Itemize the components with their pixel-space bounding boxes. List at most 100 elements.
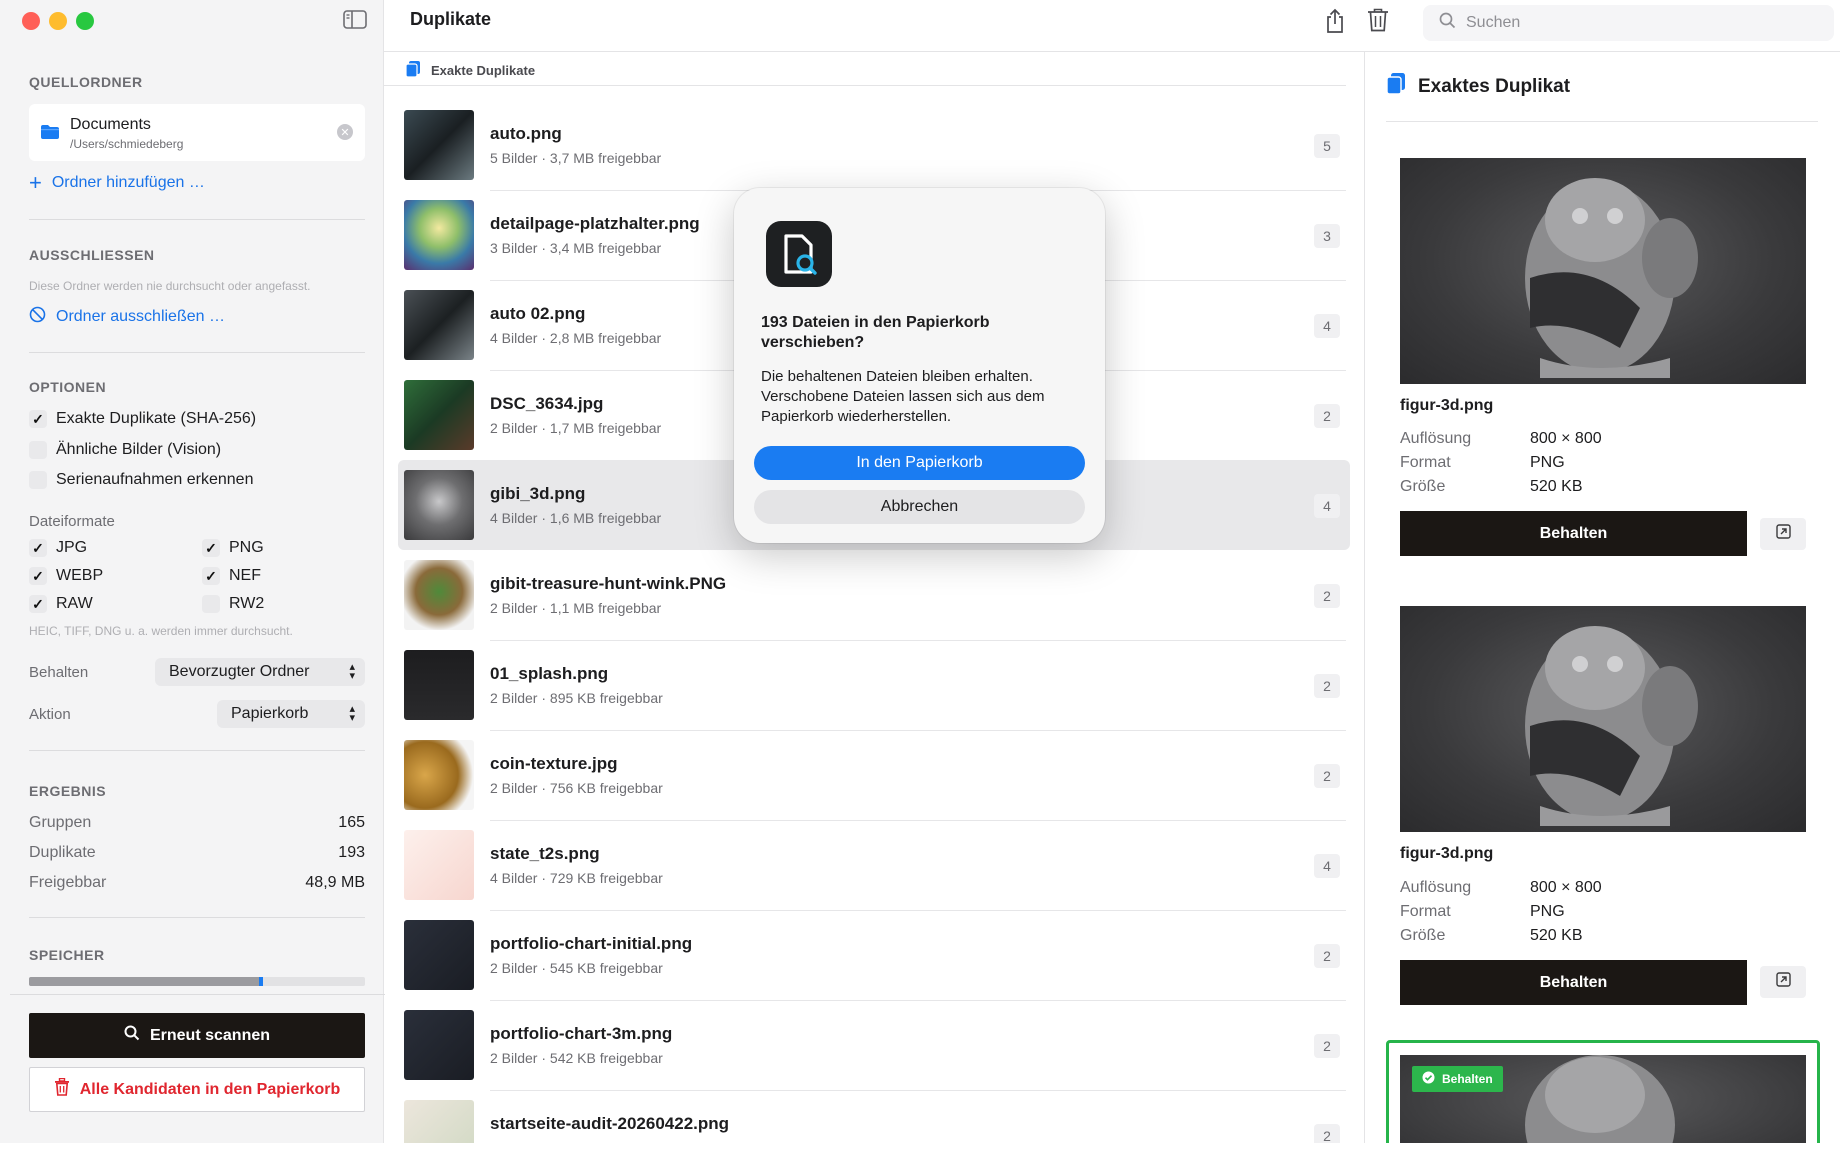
list-item[interactable]: auto.png 5 Bilder · 3,7 MB freigebbar 5 bbox=[398, 100, 1350, 190]
format-png[interactable]: ✓ PNG bbox=[202, 539, 264, 557]
result-label: Gruppen bbox=[29, 814, 92, 831]
trash-icon[interactable] bbox=[1367, 8, 1389, 37]
preview-image[interactable] bbox=[1400, 158, 1806, 384]
list-item-count: 4 bbox=[1314, 854, 1340, 878]
minimize-window-button[interactable] bbox=[49, 12, 67, 30]
open-external-button[interactable] bbox=[1760, 966, 1806, 998]
format-nef[interactable]: ✓ NEF bbox=[202, 567, 261, 585]
list-item-name: portfolio-chart-initial.png bbox=[490, 934, 693, 953]
rescan-label: Erneut scannen bbox=[149, 1026, 271, 1044]
list-item[interactable]: gibit-treasure-hunt-wink.PNG 2 Bilder · 1… bbox=[398, 550, 1350, 640]
remove-source-icon[interactable]: ✕ bbox=[337, 124, 353, 140]
list-item-count: 3 bbox=[1314, 224, 1340, 248]
checkbox-checked[interactable]: ✓ bbox=[202, 539, 220, 557]
thumbnail-image bbox=[404, 110, 474, 180]
zoom-window-button[interactable] bbox=[76, 12, 94, 30]
list-item-subtitle: 4 Bilder · 1,6 MB freigebbar bbox=[490, 510, 662, 526]
thumbnail-image bbox=[404, 380, 474, 450]
option-similar-images[interactable]: Ähnliche Bilder (Vision) bbox=[29, 441, 221, 459]
checkbox-checked[interactable]: ✓ bbox=[29, 410, 47, 428]
list-item[interactable]: 01_splash.png 2 Bilder · 895 KB freigebba… bbox=[398, 640, 1350, 730]
format-label: WEBP bbox=[56, 567, 104, 584]
checkbox-checked[interactable]: ✓ bbox=[29, 595, 47, 613]
format-label: PNG bbox=[229, 539, 264, 556]
format-label: RAW bbox=[56, 595, 93, 612]
trash-all-button[interactable]: Alle Kandidaten in den Papierkorb bbox=[29, 1067, 365, 1112]
exclude-folder-link[interactable]: Ordner ausschließen … bbox=[29, 306, 225, 328]
list-item-subtitle: 2 Bilder · 895 KB freigebbar bbox=[490, 690, 663, 706]
source-folder-card[interactable]: Documents /Users/schmiedeberg ✕ bbox=[29, 104, 365, 161]
plus-icon: + bbox=[29, 170, 42, 195]
open-external-button[interactable] bbox=[1760, 518, 1806, 550]
meta-label: Größe bbox=[1400, 478, 1446, 495]
document-copy-icon bbox=[1386, 72, 1406, 102]
list-item[interactable]: state_t2s.png 4 Bilder · 729 KB freigebba… bbox=[398, 820, 1350, 910]
folder-icon bbox=[40, 124, 60, 145]
list-item[interactable]: portfolio-chart-3m.png 2 Bilder · 542 KB … bbox=[398, 1000, 1350, 1090]
thumbnail-image bbox=[404, 200, 474, 270]
preview-image[interactable] bbox=[1400, 606, 1806, 832]
keep-button[interactable]: Behalten bbox=[1400, 511, 1747, 556]
result-groups: Gruppen 165 bbox=[29, 814, 365, 832]
action-label: Aktion bbox=[29, 706, 71, 723]
sidebar-toggle-icon[interactable] bbox=[343, 10, 367, 35]
checkbox-checked[interactable]: ✓ bbox=[29, 539, 47, 557]
option-burst-detection[interactable]: Serienaufnahmen erkennen bbox=[29, 471, 253, 489]
list-item-subtitle: 5 Bilder · 3,7 MB freigebbar bbox=[490, 150, 662, 166]
format-jpg[interactable]: ✓ JPG bbox=[29, 539, 87, 557]
add-folder-link[interactable]: + Ordner hinzufügen … bbox=[29, 170, 205, 195]
option-exact-duplicates[interactable]: ✓ Exakte Duplikate (SHA-256) bbox=[29, 410, 256, 428]
keep-button[interactable]: Behalten bbox=[1400, 960, 1747, 1005]
rescan-button[interactable]: Erneut scannen bbox=[29, 1013, 365, 1058]
format-rw2[interactable]: RW2 bbox=[202, 595, 264, 613]
keep-select[interactable]: Bevorzugter Ordner ▴ ▾ bbox=[155, 658, 365, 686]
close-window-button[interactable] bbox=[22, 12, 40, 30]
checkbox-unchecked[interactable] bbox=[29, 471, 47, 489]
search-field[interactable]: Suchen bbox=[1423, 5, 1834, 41]
list-header-divider bbox=[384, 85, 1346, 86]
window-bottom-edge bbox=[0, 1143, 1840, 1154]
meta-value: 800 × 800 bbox=[1530, 879, 1602, 896]
detail-file-name: figur-3d.png bbox=[1400, 845, 1494, 862]
list-item-count: 2 bbox=[1314, 1034, 1340, 1058]
detail-metadata: Auflösung 800 × 800 Format PNG Größe 520 KB bbox=[1400, 430, 1730, 496]
meta-label: Auflösung bbox=[1400, 879, 1472, 896]
sidebar: QUELLORDNER Documents /Users/schmiedeber… bbox=[0, 0, 385, 1143]
option-label: Serienaufnahmen erkennen bbox=[56, 471, 254, 488]
storage-heading: SPEICHER bbox=[29, 947, 105, 963]
list-item-name: auto 02.png bbox=[490, 304, 586, 323]
format-raw[interactable]: ✓ RAW bbox=[29, 595, 93, 613]
divider bbox=[29, 352, 365, 353]
list-item[interactable]: coin-texture.jpg 2 Bilder · 756 KB freige… bbox=[398, 730, 1350, 820]
checkbox-unchecked[interactable] bbox=[29, 441, 47, 459]
format-webp[interactable]: ✓ WEBP bbox=[29, 567, 103, 585]
result-value: 165 bbox=[338, 814, 365, 831]
list-item-count: 2 bbox=[1314, 944, 1340, 968]
thumbnail-image bbox=[404, 290, 474, 360]
list-item-subtitle: 3 Bilder · 3,4 MB freigebbar bbox=[490, 240, 662, 256]
result-heading: ERGEBNIS bbox=[29, 783, 107, 799]
action-select[interactable]: Papierkorb ▴ ▾ bbox=[217, 700, 365, 728]
list-item-subtitle: 2 Bilder · 1,7 MB freigebbar bbox=[490, 420, 662, 436]
list-item-count: 4 bbox=[1314, 494, 1340, 518]
confirm-dialog: 193 Dateien in den Papierkorb verschiebe… bbox=[734, 188, 1105, 543]
format-label: JPG bbox=[56, 539, 88, 556]
search-icon bbox=[1439, 12, 1456, 34]
meta-label: Format bbox=[1400, 903, 1451, 920]
format-label: NEF bbox=[229, 567, 261, 584]
list-item-count: 2 bbox=[1314, 404, 1340, 428]
meta-value: PNG bbox=[1530, 454, 1565, 471]
share-icon[interactable] bbox=[1324, 8, 1346, 39]
checkbox-checked[interactable]: ✓ bbox=[29, 567, 47, 585]
cancel-button[interactable]: Abbrechen bbox=[754, 490, 1085, 524]
list-item-name: state_t2s.png bbox=[490, 844, 600, 863]
exclude-folder-label: Ordner ausschließen … bbox=[56, 308, 225, 325]
list-item[interactable]: portfolio-chart-initial.png 2 Bilder · 54… bbox=[398, 910, 1350, 1000]
checkbox-checked[interactable]: ✓ bbox=[202, 567, 220, 585]
list-item-name: gibit-treasure-hunt-wink.PNG bbox=[490, 574, 727, 593]
move-to-trash-button[interactable]: In den Papierkorb bbox=[754, 446, 1085, 480]
list-item[interactable]: startseite-audit-20260422.png 2 bbox=[398, 1090, 1350, 1143]
checkbox-unchecked[interactable] bbox=[202, 595, 220, 613]
source-heading: QUELLORDNER bbox=[29, 74, 143, 90]
list-item-name: detailpage-platzhalter.png bbox=[490, 214, 700, 233]
